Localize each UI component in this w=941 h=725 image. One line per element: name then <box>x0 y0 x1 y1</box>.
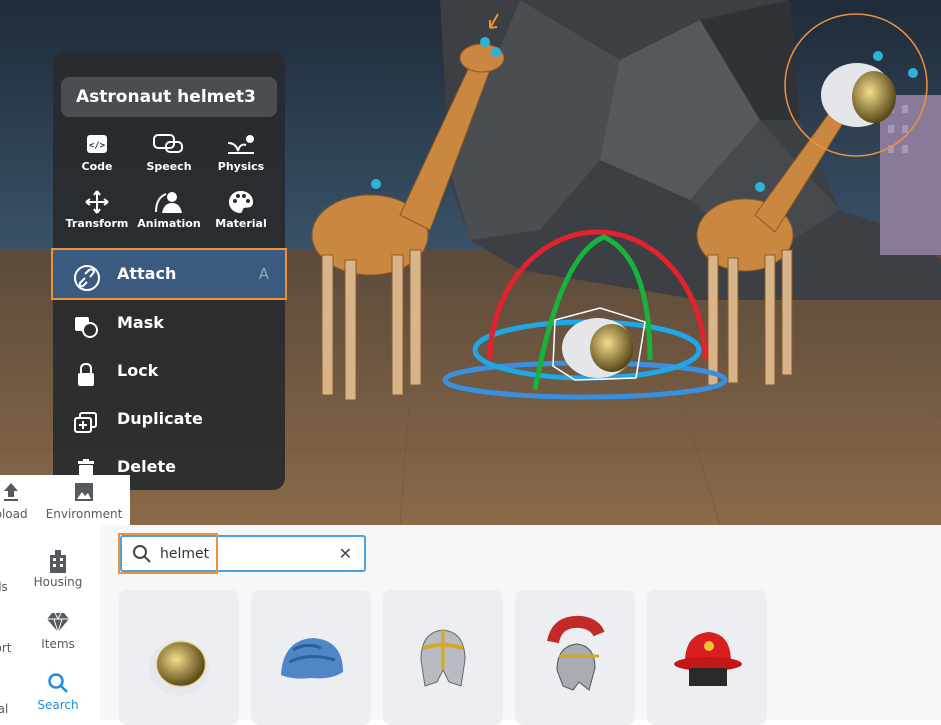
mask-menu-item[interactable]: Mask <box>53 299 285 347</box>
library-sidebar: ls Housing ort Items al Search <box>0 525 101 720</box>
material-tool-label: Material <box>215 217 267 230</box>
upload-tab-label: pload <box>0 507 28 521</box>
sidebar-item-search[interactable]: Search <box>28 672 88 712</box>
attach-menu-item[interactable]: Attach A <box>51 248 287 300</box>
code-icon: </> <box>61 130 133 160</box>
library-top-tabs: pload Environment <box>0 475 130 525</box>
result-card-bicycle-helmet[interactable] <box>251 590 371 725</box>
physics-tool-label: Physics <box>217 160 265 173</box>
environment-tab[interactable]: Environment <box>44 481 124 521</box>
result-card-astronaut-helmet[interactable] <box>119 590 239 725</box>
close-icon[interactable]: ✕ <box>339 544 352 563</box>
attach-shortcut: A <box>258 265 269 283</box>
sidebar-item-housing[interactable]: Housing <box>28 549 88 589</box>
attach-label: Attach <box>117 264 177 283</box>
environment-tab-label: Environment <box>45 507 123 521</box>
diamond-icon <box>28 611 88 637</box>
speech-tool-button[interactable]: Speech <box>133 130 205 173</box>
result-card-roman-helmet[interactable] <box>515 590 635 725</box>
upload-icon <box>0 481 32 507</box>
search-field[interactable]: ✕ <box>120 535 366 572</box>
code-tool-button[interactable]: </> Code <box>61 130 133 173</box>
result-card-knight-helmet[interactable] <box>383 590 503 725</box>
roman-helmet-icon <box>547 615 605 691</box>
animation-tool-button[interactable]: Animation <box>133 187 205 230</box>
mask-label: Mask <box>117 313 164 332</box>
lock-label: Lock <box>117 361 159 380</box>
speech-icon <box>133 130 205 160</box>
sidebar-item-items[interactable]: Items <box>28 611 88 651</box>
lock-menu-item[interactable]: Lock <box>53 347 285 395</box>
knight-helmet-icon <box>420 629 466 687</box>
search-input[interactable] <box>160 543 320 565</box>
sidebar-item-label: Items <box>41 637 75 651</box>
result-card-firefighter-helmet[interactable] <box>647 590 767 725</box>
palette-icon <box>205 187 277 217</box>
code-tool-label: Code <box>81 160 113 173</box>
transform-icon <box>61 187 133 217</box>
lock-icon <box>73 359 97 386</box>
link-icon <box>73 262 100 291</box>
sidebar-item-partial-2[interactable]: ort <box>0 641 18 655</box>
search-icon <box>28 672 88 698</box>
environment-icon <box>44 481 124 507</box>
firefighter-helmet-icon <box>674 632 742 686</box>
search-icon <box>132 544 152 568</box>
sidebar-item-label: Housing <box>33 575 83 589</box>
mask-icon <box>73 311 98 338</box>
sidebar-item-label: ort <box>0 641 12 655</box>
transform-tool-button[interactable]: Transform <box>61 187 133 230</box>
duplicate-label: Duplicate <box>117 409 203 428</box>
sidebar-item-label: al <box>0 702 9 716</box>
svg-text:</>: </> <box>89 141 106 151</box>
astronaut-helmet-icon <box>149 640 209 696</box>
animation-tool-label: Animation <box>137 217 201 230</box>
sidebar-item-partial-3[interactable]: al <box>0 702 18 716</box>
building-icon <box>28 549 88 575</box>
sidebar-item-partial-1[interactable]: ls <box>0 580 18 594</box>
physics-tool-button[interactable]: Physics <box>205 130 277 173</box>
animation-icon <box>133 187 205 217</box>
upload-tab[interactable]: pload <box>0 481 32 521</box>
transform-tool-label: Transform <box>65 217 129 230</box>
duplicate-icon <box>73 407 97 433</box>
material-tool-button[interactable]: Material <box>205 187 277 230</box>
sidebar-item-label: Search <box>37 698 79 712</box>
speech-tool-label: Speech <box>146 160 192 173</box>
bicycle-helmet-icon <box>281 638 343 679</box>
physics-icon <box>205 130 277 160</box>
object-context-menu: Astronaut helmet3 </> Code Speech Physic… <box>51 52 287 490</box>
object-title: Astronaut helmet3 <box>61 77 277 117</box>
duplicate-menu-item[interactable]: Duplicate <box>53 395 285 443</box>
sidebar-item-label: ls <box>0 580 8 594</box>
